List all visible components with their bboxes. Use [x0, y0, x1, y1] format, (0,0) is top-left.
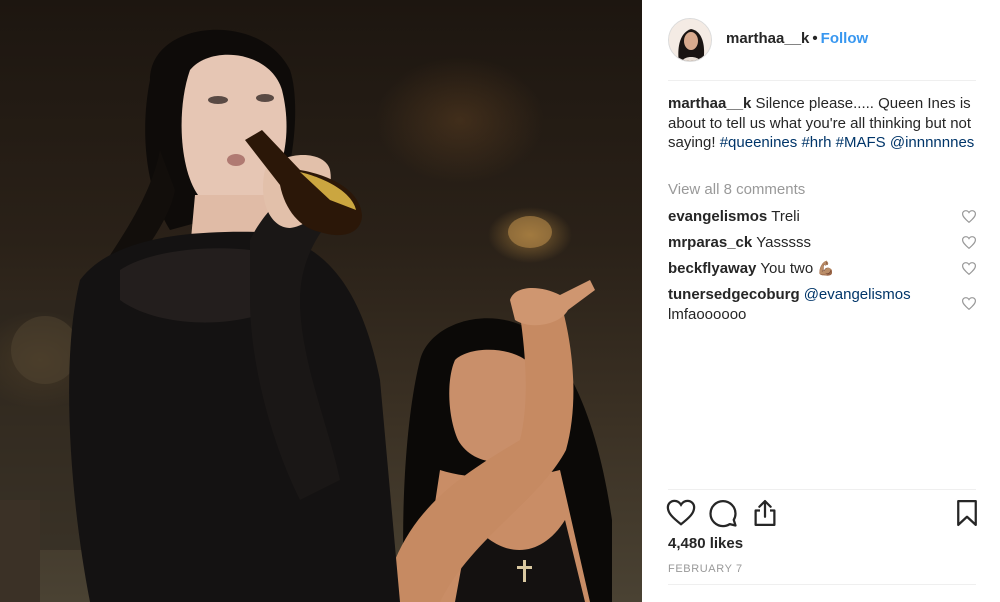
- hashtag-link[interactable]: #MAFS: [836, 134, 886, 151]
- comment-item: evangelismos Treli: [668, 207, 968, 227]
- share-upload-icon[interactable]: [750, 498, 780, 528]
- post-header: marthaa__k • Follow: [642, 0, 1000, 80]
- mention-link[interactable]: @evangelismos: [804, 286, 911, 303]
- footer-divider: [668, 584, 976, 585]
- comment-username[interactable]: tunersedgecoburg: [668, 286, 800, 303]
- avatar[interactable]: [668, 18, 712, 62]
- small-heart-icon[interactable]: [962, 210, 976, 223]
- header-divider: [668, 80, 976, 81]
- comment-item: tunersedgecoburg @evangelismos lmfaoooooo: [668, 285, 968, 324]
- comment-text: Treli: [771, 208, 800, 225]
- comment-username[interactable]: evangelismos: [668, 208, 767, 225]
- view-all-comments-link[interactable]: View all 8 comments: [668, 181, 805, 198]
- comment-username[interactable]: mrparas_ck: [668, 234, 752, 251]
- small-heart-icon[interactable]: [962, 236, 976, 249]
- post-sidebar: marthaa__k • Follow marthaa__k Silence ple…: [642, 0, 1000, 602]
- comment-text: Yasssss: [756, 234, 811, 251]
- post-photo[interactable]: [0, 0, 642, 602]
- caption-username[interactable]: marthaa__k: [668, 95, 751, 112]
- comment-bubble-icon[interactable]: [708, 498, 738, 528]
- hashtag-link[interactable]: #queenines: [720, 134, 798, 151]
- like-count[interactable]: 4,480 likes: [668, 535, 743, 552]
- heart-outline-icon[interactable]: [666, 498, 696, 528]
- follow-button[interactable]: Follow: [821, 30, 869, 47]
- photo-illustration: [0, 29, 612, 602]
- flexed-biceps-emoji: 💪🏽: [817, 260, 835, 276]
- post-date[interactable]: FEBRUARY 7: [668, 563, 743, 575]
- comment-item: beckflyaway You two 💪🏽: [668, 259, 968, 279]
- username-link[interactable]: marthaa__k: [726, 30, 809, 47]
- bookmark-icon[interactable]: [952, 498, 982, 528]
- comment-text: You two: [760, 260, 814, 277]
- action-bar: [642, 490, 1000, 540]
- mention-link[interactable]: @innnnnnes: [890, 134, 974, 151]
- comment-username[interactable]: beckflyaway: [668, 260, 756, 277]
- post-caption: marthaa__k Silence please..... Queen Ine…: [668, 94, 980, 153]
- comment-item: mrparas_ck Yasssss: [668, 233, 968, 253]
- hashtag-link[interactable]: #hrh: [801, 134, 831, 151]
- small-heart-icon[interactable]: [962, 262, 976, 275]
- separator-dot: •: [812, 30, 818, 47]
- post-author-header: marthaa__k • Follow: [726, 30, 868, 47]
- comment-text: lmfaoooooo: [668, 305, 747, 323]
- small-heart-icon[interactable]: [962, 297, 976, 310]
